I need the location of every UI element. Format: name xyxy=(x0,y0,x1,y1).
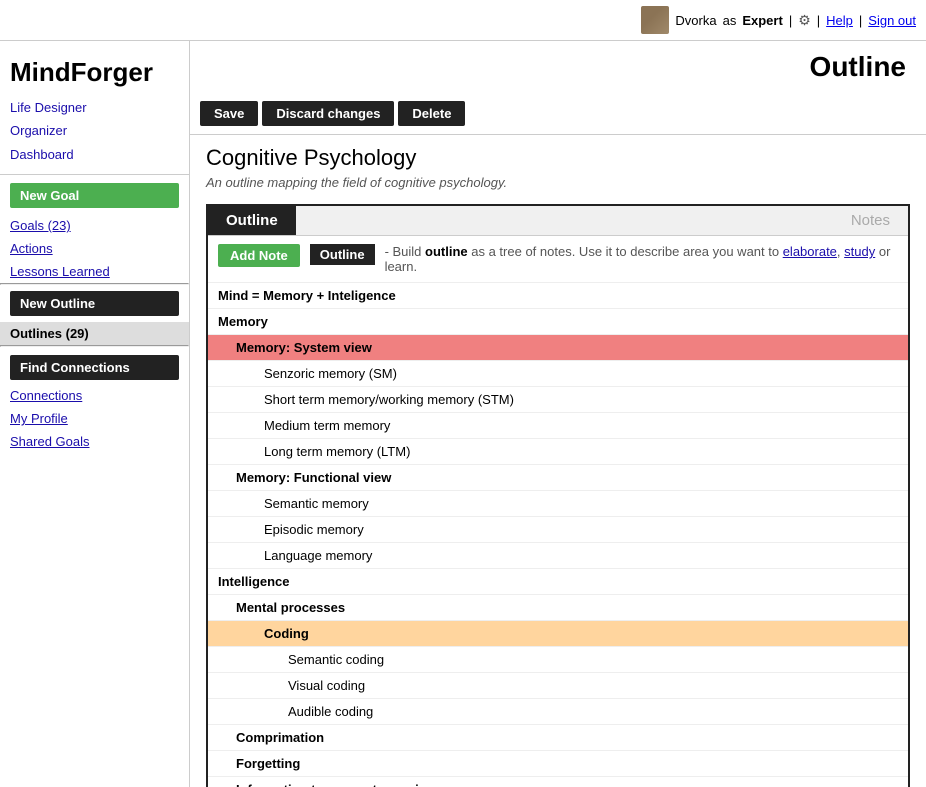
header-sep2: | xyxy=(817,13,820,28)
table-row[interactable]: Forgetting xyxy=(208,751,908,777)
header: Dvorka as Expert | ⚙ | Help | Sign out xyxy=(0,0,926,41)
table-row[interactable]: Semantic memory xyxy=(208,491,908,517)
find-connections-button[interactable]: Find Connections xyxy=(10,355,179,380)
table-row[interactable]: Long term memory (LTM) xyxy=(208,439,908,465)
sidebar-item-life-designer[interactable]: Life Designer xyxy=(10,96,179,119)
table-row[interactable]: Audible coding xyxy=(208,699,908,725)
header-username: Dvorka xyxy=(675,13,716,28)
outline-description: - Build outline as a tree of notes. Use … xyxy=(385,244,898,274)
outline-item-text: Memory: Functional view xyxy=(208,466,399,489)
study-link[interactable]: study xyxy=(844,244,875,259)
save-button[interactable]: Save xyxy=(200,101,258,126)
elaborate-link[interactable]: elaborate xyxy=(783,244,837,259)
sidebar-item-organizer[interactable]: Organizer xyxy=(10,119,179,142)
sidebar-item-connections[interactable]: Connections xyxy=(0,384,189,407)
header-role: Expert xyxy=(742,13,782,28)
table-row[interactable]: Memory: System view xyxy=(208,335,908,361)
avatar xyxy=(641,6,669,34)
header-sep3: | xyxy=(859,13,862,28)
table-row[interactable]: Senzoric memory (SM) xyxy=(208,361,908,387)
document-title: Cognitive Psychology xyxy=(206,145,910,171)
outline-item-text: Language memory xyxy=(208,544,380,567)
table-row[interactable]: Visual coding xyxy=(208,673,908,699)
main-layout: MindForger Life Designer Organizer Dashb… xyxy=(0,41,926,787)
discard-button[interactable]: Discard changes xyxy=(262,101,394,126)
outline-item-text: Forgetting xyxy=(208,752,308,775)
table-row[interactable]: Coding xyxy=(208,621,908,647)
header-sep1: | xyxy=(789,13,792,28)
outline-badge: Outline xyxy=(310,244,375,265)
outline-item-text: Memory: System view xyxy=(208,336,380,359)
new-outline-button[interactable]: New Outline xyxy=(10,291,179,316)
app-title: MindForger xyxy=(0,51,189,96)
sidebar: MindForger Life Designer Organizer Dashb… xyxy=(0,41,190,787)
outline-tabs: Outline Notes xyxy=(208,206,908,236)
signout-link[interactable]: Sign out xyxy=(868,13,916,28)
outline-item-text: Visual coding xyxy=(208,674,373,697)
page-title: Outline xyxy=(810,51,906,83)
tab-notes[interactable]: Notes xyxy=(833,206,908,235)
outline-item-text: Comprimation xyxy=(208,726,332,749)
sidebar-item-goals[interactable]: Goals (23) xyxy=(0,214,189,237)
outline-item-text: Intelligence xyxy=(208,570,298,593)
document: Cognitive Psychology An outline mapping … xyxy=(190,135,926,787)
sidebar-item-lessons[interactable]: Lessons Learned xyxy=(0,260,189,283)
table-row[interactable]: Memory xyxy=(208,309,908,335)
table-row[interactable]: Comprimation xyxy=(208,725,908,751)
table-row[interactable]: Mind = Memory + Inteligence xyxy=(208,283,908,309)
new-goal-button[interactable]: New Goal xyxy=(10,183,179,208)
outline-item-text: Audible coding xyxy=(208,700,381,723)
outline-item-text: Mind = Memory + Inteligence xyxy=(208,284,404,307)
sidebar-item-dashboard[interactable]: Dashboard xyxy=(10,143,179,166)
outline-panel: Outline Notes Add Note Outline - Build o… xyxy=(206,204,910,787)
help-link[interactable]: Help xyxy=(826,13,853,28)
outline-item-text: Coding xyxy=(208,622,317,645)
doc-subtitle-text: An outline mapping the field of cognitiv… xyxy=(206,175,507,190)
tab-outline[interactable]: Outline xyxy=(208,206,296,235)
outline-item-text: Semantic memory xyxy=(208,492,377,515)
table-row[interactable]: Memory: Functional view xyxy=(208,465,908,491)
table-row[interactable]: Intelligence xyxy=(208,569,908,595)
sidebar-item-my-profile[interactable]: My Profile xyxy=(0,407,189,430)
outline-item-text: Episodic memory xyxy=(208,518,372,541)
table-row[interactable]: Mental processes xyxy=(208,595,908,621)
sidebar-divider-3 xyxy=(0,345,189,347)
gear-icon[interactable]: ⚙ xyxy=(798,12,811,29)
table-row[interactable]: Short term memory/working memory (STM) xyxy=(208,387,908,413)
content-area: Outline Save Discard changes Delete Cogn… xyxy=(190,41,926,787)
sidebar-item-shared-goals[interactable]: Shared Goals xyxy=(0,430,189,453)
document-subtitle: An outline mapping the field of cognitiv… xyxy=(206,175,910,190)
sidebar-divider xyxy=(0,174,189,175)
outline-instruction: Add Note Outline - Build outline as a tr… xyxy=(208,236,908,283)
outline-item-text: Short term memory/working memory (STM) xyxy=(208,388,522,411)
outline-tab-bar xyxy=(296,220,833,222)
header-role-pre: as xyxy=(723,13,737,28)
delete-button[interactable]: Delete xyxy=(398,101,465,126)
header-user: Dvorka as Expert | ⚙ | Help | Sign out xyxy=(641,6,916,34)
table-row[interactable]: Medium term memory xyxy=(208,413,908,439)
sidebar-item-actions[interactable]: Actions xyxy=(0,237,189,260)
outline-item-text: Senzoric memory (SM) xyxy=(208,362,405,385)
outline-item-text: Long term memory (LTM) xyxy=(208,440,418,463)
outline-item-text: Semantic coding xyxy=(208,648,392,671)
sidebar-nav: Life Designer Organizer Dashboard xyxy=(0,96,189,166)
table-row[interactable]: Semantic coding xyxy=(208,647,908,673)
sidebar-item-outlines[interactable]: Outlines (29) xyxy=(0,322,189,345)
topbar: Outline xyxy=(190,41,926,93)
table-row[interactable]: Episodic memory xyxy=(208,517,908,543)
toolbar: Save Discard changes Delete xyxy=(190,93,926,135)
outline-item-text: Medium term memory xyxy=(208,414,398,437)
outline-item-text: Memory xyxy=(208,310,276,333)
sidebar-divider-2 xyxy=(0,283,189,285)
table-row[interactable]: Language memory xyxy=(208,543,908,569)
outline-items: Mind = Memory + Inteligence Memory Memory:… xyxy=(208,283,908,787)
add-note-button[interactable]: Add Note xyxy=(218,244,300,267)
outline-item-text: Mental processes xyxy=(208,596,353,619)
